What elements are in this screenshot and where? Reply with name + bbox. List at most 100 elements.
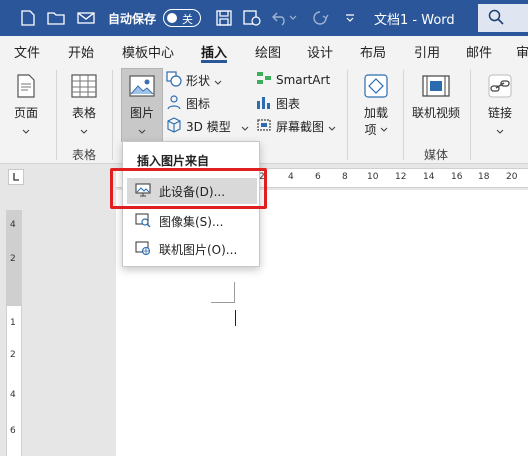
screenshot-label: 屏幕截图 <box>276 120 325 134</box>
ruler-number: 6 <box>10 426 16 436</box>
smartart-label: SmartArt <box>276 72 331 87</box>
ruler-number: 6 <box>315 172 321 182</box>
film-icon <box>422 72 450 100</box>
smartart-icon <box>256 71 272 88</box>
link-icon <box>486 72 514 100</box>
ribbon-separator <box>470 70 471 160</box>
link-button[interactable]: 链接 <box>486 72 514 137</box>
ruler-number: 2 <box>10 350 16 360</box>
menu-item-online-pictures[interactable]: 联机图片(O)... <box>127 236 257 262</box>
tab-draw[interactable]: 绘图 <box>255 42 281 61</box>
3d-models-label: 3D 模型 <box>186 120 231 134</box>
toggle-knob <box>167 13 177 23</box>
chevron-down-icon <box>496 123 504 137</box>
chevron-down-icon <box>328 120 336 134</box>
shapes-button[interactable]: 形状 <box>166 71 222 90</box>
redo-icon[interactable] <box>310 8 330 28</box>
group-label-media: 媒体 <box>424 148 449 162</box>
tab-design[interactable]: 设计 <box>307 42 333 61</box>
chart-button[interactable]: 图表 <box>256 94 300 113</box>
open-folder-icon[interactable] <box>46 8 66 28</box>
bar-chart-icon <box>256 94 272 113</box>
online-picture-icon <box>135 240 151 258</box>
3d-models-button[interactable]: 3D 模型 <box>166 117 249 136</box>
chevron-down-icon <box>138 123 146 137</box>
chevron-down-icon <box>241 120 249 134</box>
autosave-state: 关 <box>182 13 193 26</box>
online-video-button[interactable]: 联机视频 <box>412 72 460 121</box>
ruler-number: 18 <box>478 172 490 182</box>
picture-button[interactable]: 图片 <box>128 72 156 137</box>
search-button[interactable] <box>478 4 528 32</box>
vertical-ruler[interactable]: 4 2 1 2 4 6 <box>6 210 22 456</box>
undo-dropdown-icon[interactable] <box>288 8 298 28</box>
ruler-number: 20 <box>506 172 518 182</box>
menu-item-image-collection[interactable]: 图像集(S)... <box>127 208 257 234</box>
tab-mailings[interactable]: 邮件 <box>466 42 492 61</box>
save-icon[interactable] <box>214 8 234 28</box>
image-collection-icon <box>135 212 151 230</box>
ribbon-tabs: 文件 开始 模板中心 插入 绘图 设计 布局 引用 邮件 审 <box>0 36 528 64</box>
tab-review[interactable]: 审 <box>516 42 528 61</box>
ruler-number: 8 <box>342 172 348 182</box>
ribbon-separator <box>112 70 113 160</box>
new-document-icon[interactable] <box>18 8 38 28</box>
online-video-label: 联机视频 <box>412 106 461 120</box>
icons-icon <box>166 94 182 113</box>
screenshot-icon <box>256 117 272 136</box>
text-cursor <box>235 310 236 326</box>
tab-file[interactable]: 文件 <box>14 42 40 61</box>
ruler-number: 4 <box>288 172 294 182</box>
tab-references[interactable]: 引用 <box>414 42 440 61</box>
addins-icon <box>362 72 390 100</box>
highlight-annotation-box <box>110 168 267 209</box>
chevron-down-icon <box>380 127 387 132</box>
tab-stop-icon <box>13 173 19 181</box>
margin-corner-mark <box>211 302 235 303</box>
addins-button[interactable]: 加载 项 <box>362 72 390 138</box>
table-button[interactable]: 表格 <box>70 72 98 137</box>
menu-item-label: 联机图片(O)... <box>159 242 238 257</box>
save-settings-icon[interactable] <box>242 8 262 28</box>
icons-label: 图标 <box>186 97 211 111</box>
tab-selector[interactable] <box>8 169 24 185</box>
chevron-down-icon <box>214 74 222 88</box>
screenshot-button[interactable]: 屏幕截图 <box>256 117 336 136</box>
tab-home[interactable]: 开始 <box>68 42 94 61</box>
autosave-toggle[interactable]: 关 <box>163 9 201 27</box>
shapes-icon <box>166 71 182 90</box>
ruler-number: 10 <box>367 172 379 182</box>
smartart-button[interactable]: SmartArt <box>256 71 330 88</box>
ruler-number: 2 <box>10 254 16 264</box>
tab-template-center[interactable]: 模板中心 <box>122 42 174 61</box>
chevron-down-icon <box>22 123 30 137</box>
dropdown-header: 插入图片来自 <box>137 154 210 168</box>
ruler-number: 16 <box>451 172 463 182</box>
pages-label: 页面 <box>13 106 38 120</box>
tab-layout[interactable]: 布局 <box>360 42 386 61</box>
shapes-label: 形状 <box>186 74 211 88</box>
icons-button[interactable]: 图标 <box>166 94 210 113</box>
active-tab-indicator <box>201 60 227 63</box>
table-label: 表格 <box>71 106 96 120</box>
picture-label: 图片 <box>129 106 154 120</box>
addins-label-line2: 项 <box>364 123 377 137</box>
email-icon[interactable] <box>76 8 96 28</box>
chevron-down-icon <box>80 123 88 137</box>
ruler-number: 14 <box>423 172 435 182</box>
chart-label: 图表 <box>276 97 301 111</box>
link-label: 链接 <box>487 106 512 120</box>
ribbon-separator <box>347 70 348 160</box>
table-icon <box>70 72 98 100</box>
undo-icon[interactable] <box>270 8 290 28</box>
customize-qat-icon[interactable] <box>340 8 360 28</box>
document-title: 文档1 - Word <box>374 13 455 28</box>
search-icon <box>488 9 504 28</box>
addins-label-2: 项 <box>364 121 387 138</box>
pages-button[interactable]: 页面 <box>12 72 40 137</box>
tab-insert[interactable]: 插入 <box>201 42 227 61</box>
picture-icon <box>128 72 156 100</box>
ruler-number: 1 <box>10 318 16 328</box>
cube-icon <box>166 117 182 136</box>
ruler-number: 4 <box>10 220 16 230</box>
